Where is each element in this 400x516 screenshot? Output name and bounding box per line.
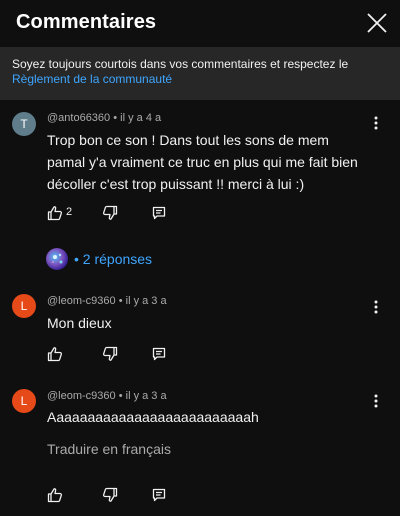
avatar-letter: L xyxy=(20,299,28,313)
avatar[interactable]: L xyxy=(12,389,36,413)
comment-author[interactable]: @leom-c9360 xyxy=(47,295,116,307)
meta-separator: • xyxy=(115,295,126,307)
community-notice: Soyez toujours courtois dans vos comment… xyxy=(0,47,400,100)
comment-meta: @leom-c9360 • il y a 3 a xyxy=(47,295,167,307)
thumbs-up-icon xyxy=(47,488,63,503)
avatar[interactable]: T xyxy=(12,112,36,136)
comment-time: il y a 3 a xyxy=(125,390,167,402)
comment-meta: @anto66360 • il y a 4 a xyxy=(47,112,161,124)
reply-button[interactable] xyxy=(151,205,167,221)
dislike-button[interactable] xyxy=(102,205,118,221)
panel-title: Commentaires xyxy=(16,11,157,33)
meta-separator: • xyxy=(115,390,126,402)
thumbs-up-icon xyxy=(47,347,63,362)
reply-comment-icon xyxy=(152,488,166,502)
like-button[interactable] xyxy=(47,346,63,362)
comment-menu-button[interactable] xyxy=(368,113,384,133)
meta-separator: • xyxy=(110,112,121,124)
more-vertical-icon xyxy=(374,394,378,408)
dislike-button[interactable] xyxy=(102,346,118,362)
replies-count-label: • 2 réponses xyxy=(74,251,153,267)
like-count: 2 xyxy=(66,206,73,218)
reply-button[interactable] xyxy=(151,346,167,362)
comment-actions: 2 xyxy=(47,205,197,223)
comment-time: il y a 4 a xyxy=(120,112,162,124)
comment-time: il y a 3 a xyxy=(125,295,167,307)
comment-text: Trop bon ce son ! Dans tout les sons de … xyxy=(47,132,358,192)
close-icon xyxy=(367,13,387,33)
view-replies-button[interactable]: • 2 réponses xyxy=(46,246,176,272)
thumbs-down-icon xyxy=(102,205,118,220)
more-vertical-icon xyxy=(374,300,378,314)
translate-link[interactable]: Traduire en français xyxy=(47,441,171,457)
community-guidelines-link[interactable]: Règlement de la communauté xyxy=(12,72,172,86)
more-vertical-icon xyxy=(374,116,378,130)
comment-actions xyxy=(47,487,197,505)
avatar-letter: T xyxy=(20,117,28,131)
comment-text: Aaaaaaaaaaaaaaaaaaaaaaaaaah xyxy=(47,409,259,425)
reply-comment-icon xyxy=(152,347,166,361)
avatar[interactable]: L xyxy=(12,294,36,318)
comment-text: Mon dieux xyxy=(47,315,112,331)
comment-menu-button[interactable] xyxy=(368,391,384,411)
sparkle-avatar-icon xyxy=(52,253,63,264)
thumbs-down-icon xyxy=(102,346,118,361)
comment-author[interactable]: @anto66360 xyxy=(47,112,110,124)
comment-actions xyxy=(47,346,197,364)
thumbs-down-icon xyxy=(102,487,118,502)
notice-text: Soyez toujours courtois dans vos comment… xyxy=(12,57,349,71)
thumbs-up-icon xyxy=(47,206,63,221)
like-button[interactable] xyxy=(47,205,63,221)
reply-author-avatar xyxy=(46,248,68,270)
avatar-letter: L xyxy=(20,394,28,408)
comment-menu-button[interactable] xyxy=(368,297,384,317)
dislike-button[interactable] xyxy=(102,487,118,503)
comment-author[interactable]: @leom-c9360 xyxy=(47,390,116,402)
like-button[interactable] xyxy=(47,487,63,503)
panel-header: Commentaires xyxy=(0,0,400,46)
reply-button[interactable] xyxy=(151,487,167,503)
reply-comment-icon xyxy=(152,206,166,220)
close-button[interactable] xyxy=(364,10,390,36)
comment-meta: @leom-c9360 • il y a 3 a xyxy=(47,390,167,402)
